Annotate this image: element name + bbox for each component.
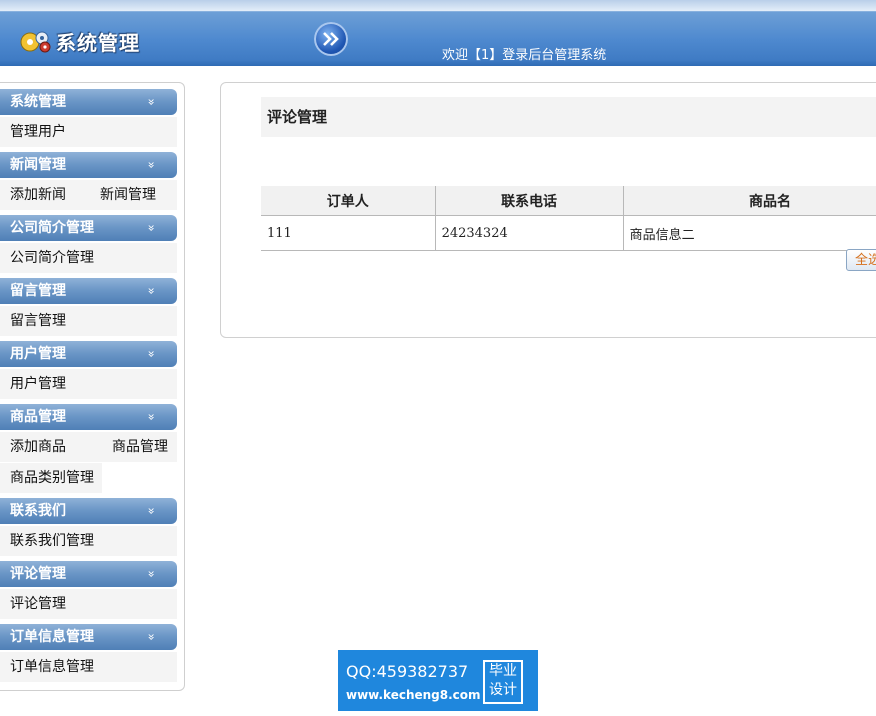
chevron-down-icon: »	[144, 287, 159, 295]
watermark-badge: 毕业 设计	[483, 660, 523, 704]
menu-item-product-manage[interactable]: 商品管理	[102, 432, 177, 462]
menu-item-add-product[interactable]: 添加商品	[0, 432, 102, 462]
content-panel: 评论管理 订单人 联系电话 商品名 111 24234324 商品信息二 全选	[220, 82, 876, 338]
menu-item-messages[interactable]: 留言管理	[0, 306, 177, 336]
menu-head-label: 用户管理	[10, 346, 66, 362]
menu-head-label: 商品管理	[10, 409, 66, 425]
menu-item-company-profile[interactable]: 公司简介管理	[0, 243, 177, 273]
chevron-down-icon: »	[144, 570, 159, 578]
toggle-sidebar-button[interactable]	[314, 22, 348, 56]
menu-item-add-news[interactable]: 添加新闻	[0, 180, 90, 210]
watermark-qq: QQ:459382737	[346, 662, 469, 681]
table-cell: 111	[261, 215, 436, 251]
menu-head-label: 订单信息管理	[10, 629, 94, 645]
menu-item-users[interactable]: 用户管理	[0, 369, 177, 399]
sidebar-menu: 系统管理 » 管理用户 新闻管理 » 添加新闻 新闻管理 公司简介管理 » 公司…	[0, 82, 185, 691]
menu-head-orders[interactable]: 订单信息管理 »	[0, 624, 177, 650]
menu-head-messages[interactable]: 留言管理 »	[0, 278, 177, 304]
select-all-button[interactable]: 全选	[846, 249, 876, 271]
table-header-row: 订单人 联系电话 商品名	[261, 186, 876, 216]
menu-head-comments[interactable]: 评论管理 »	[0, 561, 177, 587]
chevron-down-icon: »	[144, 413, 159, 421]
menu-head-users[interactable]: 用户管理 »	[0, 341, 177, 367]
chevron-down-icon: »	[144, 507, 159, 515]
menu-head-contact[interactable]: 联系我们 »	[0, 498, 177, 524]
double-chevron-right-icon	[323, 32, 339, 46]
menu-head-news[interactable]: 新闻管理 »	[0, 152, 177, 178]
app-logo: 系统管理	[18, 27, 140, 55]
table-row: 111 24234324 商品信息二	[261, 215, 876, 251]
column-header: 联系电话	[434, 186, 624, 216]
table-cell: 24234324	[434, 215, 624, 251]
chevron-down-icon: »	[144, 224, 159, 232]
chevron-down-icon: »	[144, 98, 159, 106]
menu-head-label: 留言管理	[10, 283, 66, 299]
menu-item-news-manage[interactable]: 新闻管理	[90, 180, 177, 210]
menu-head-label: 公司简介管理	[10, 220, 94, 236]
header-top-strip	[0, 0, 876, 11]
chevron-down-icon: »	[144, 350, 159, 358]
menu-head-label: 新闻管理	[10, 157, 66, 173]
menu-item-orders[interactable]: 订单信息管理	[0, 652, 177, 682]
page-title: 评论管理	[261, 97, 876, 137]
watermark-banner: QQ:459382737 www.kecheng8.com 毕业 设计	[338, 650, 538, 711]
logo-title: 系统管理	[56, 30, 140, 55]
menu-item-product-category[interactable]: 商品类别管理	[0, 463, 102, 493]
column-header: 订单人	[261, 186, 436, 216]
watermark-url: www.kecheng8.com	[346, 688, 481, 702]
table-cell: 商品信息二	[622, 215, 876, 251]
column-header: 商品名	[622, 186, 876, 216]
menu-item-contact[interactable]: 联系我们管理	[0, 526, 177, 556]
welcome-text: 欢迎【1】登录后台管理系统	[442, 48, 607, 63]
watermark-badge-line2: 设计	[489, 682, 517, 698]
menu-head-company[interactable]: 公司简介管理 »	[0, 215, 177, 241]
menu-item-admin-users[interactable]: 管理用户	[0, 117, 177, 147]
menu-item-comments[interactable]: 评论管理	[0, 589, 177, 619]
menu-head-label: 系统管理	[10, 94, 66, 110]
menu-head-system[interactable]: 系统管理 »	[0, 89, 177, 115]
comments-table: 订单人 联系电话 商品名 111 24234324 商品信息二	[261, 186, 876, 251]
menu-head-label: 评论管理	[10, 566, 66, 582]
gear-cluster-icon	[20, 31, 51, 53]
chevron-down-icon: »	[144, 633, 159, 641]
watermark-badge-line1: 毕业	[489, 663, 517, 679]
chevron-down-icon: »	[144, 161, 159, 169]
menu-head-products[interactable]: 商品管理 »	[0, 404, 177, 430]
menu-head-label: 联系我们	[10, 503, 66, 519]
top-header: 系统管理 欢迎【1】登录后台管理系统	[0, 0, 876, 66]
